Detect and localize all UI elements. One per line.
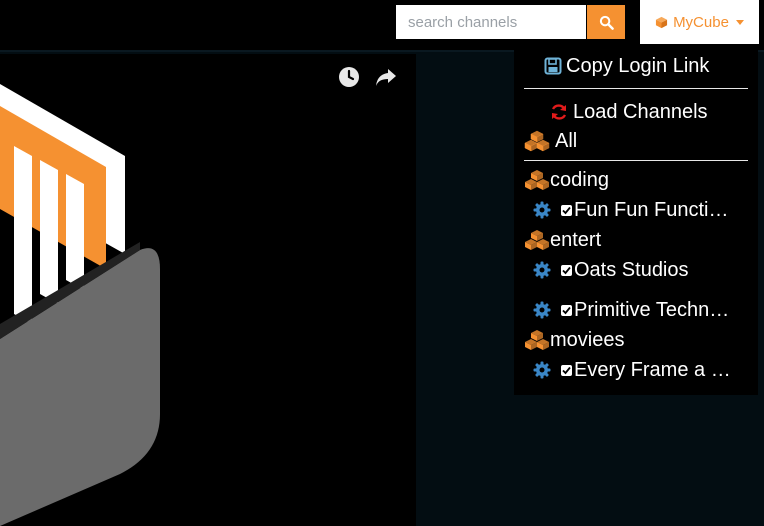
channel-label: Fun Fun Functi… [574, 198, 729, 221]
video-controls [338, 66, 398, 88]
cubes-icon [525, 330, 549, 350]
copy-login-link-item[interactable]: Copy Login Link [544, 52, 709, 80]
channel-item[interactable]: Primitive Techn… [533, 296, 748, 324]
search-icon [599, 15, 614, 30]
group-moviees[interactable]: moviees [524, 326, 624, 354]
channel-item[interactable]: Fun Fun Functi… [533, 196, 748, 224]
channels-dropdown-menu: Copy Login Link Load Channels All coding… [514, 50, 758, 395]
menu-divider [524, 88, 748, 89]
channel-item[interactable]: Every Frame a … [533, 356, 748, 384]
load-channels-label: Load Channels [573, 100, 708, 123]
video-thumbnail [0, 84, 160, 526]
load-channels-item[interactable]: Load Channels [550, 98, 708, 126]
cube-icon [655, 16, 668, 28]
cubes-icon [525, 230, 549, 250]
cubes-icon [524, 130, 550, 152]
save-icon [544, 57, 562, 75]
group-name: entert [550, 228, 602, 251]
check-icon [562, 306, 571, 314]
clock-icon[interactable] [338, 66, 360, 88]
account-menu-label: MyCube [673, 13, 729, 31]
account-menu-button[interactable]: MyCube [640, 0, 759, 44]
channel-checkbox[interactable] [561, 264, 572, 276]
check-icon [562, 366, 571, 374]
check-icon [562, 266, 571, 274]
refresh-icon [551, 104, 567, 120]
group-coding[interactable]: coding [524, 166, 609, 194]
channel-checkbox[interactable] [561, 364, 572, 376]
chevron-down-icon [735, 19, 744, 25]
group-name: moviees [550, 328, 625, 351]
cubes-icon [525, 170, 549, 190]
group-entert[interactable]: entert [524, 226, 601, 254]
channel-label: Every Frame a … [574, 358, 731, 381]
group-name: coding [550, 168, 609, 191]
channel-checkbox[interactable] [561, 304, 572, 316]
copy-login-link-label: Copy Login Link [566, 54, 710, 77]
channel-checkbox[interactable] [561, 204, 572, 216]
gear-icon[interactable] [533, 261, 551, 279]
all-channels-item[interactable]: All [524, 127, 577, 155]
channel-label: Oats Studios [574, 258, 689, 281]
gear-icon[interactable] [533, 361, 551, 379]
top-bar: MyCube [0, 0, 764, 52]
search-input[interactable] [396, 5, 586, 39]
share-icon[interactable] [374, 66, 398, 88]
video-player[interactable] [0, 54, 416, 526]
search-button[interactable] [587, 5, 625, 39]
channel-label: Primitive Techn… [574, 298, 730, 321]
check-icon [562, 206, 571, 214]
menu-divider [524, 160, 748, 161]
gear-icon[interactable] [533, 301, 551, 319]
all-channels-label: All [555, 129, 578, 152]
gear-icon[interactable] [533, 201, 551, 219]
channel-item[interactable]: Oats Studios [533, 256, 748, 284]
